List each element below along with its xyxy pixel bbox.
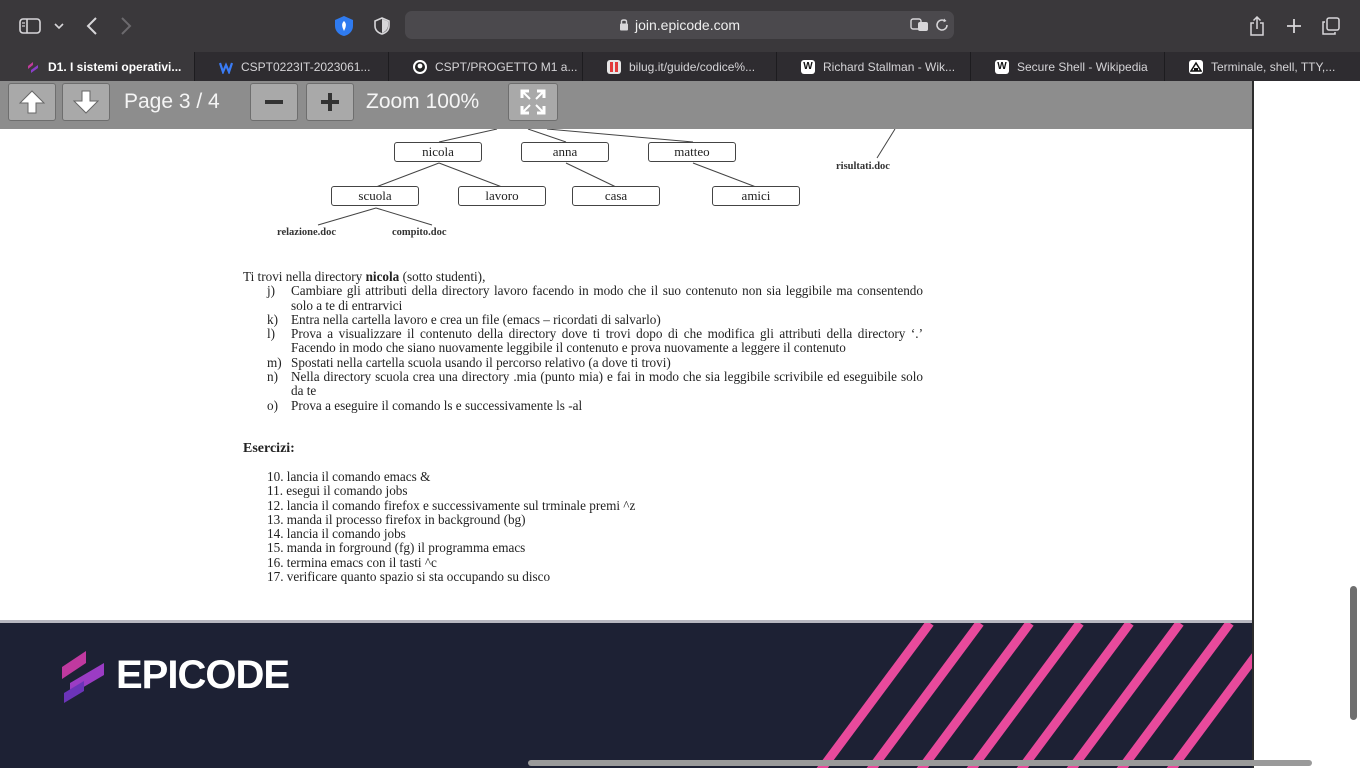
exercise-item: 15. manda in forground (fg) il programma… (267, 540, 526, 556)
chevron-down-icon[interactable] (52, 12, 66, 40)
tab-cspt0223it[interactable]: CSPT0223IT-2023061... (195, 52, 389, 81)
horizontal-scrollbar[interactable] (528, 760, 1312, 766)
privacy-shield-icon[interactable] (370, 12, 394, 40)
tree-node-amici: amici (712, 186, 800, 206)
tree-node-casa: casa (572, 186, 660, 206)
tree-node-nicola: nicola (394, 142, 482, 162)
epicode-logo-text: EPICODE (116, 653, 290, 697)
previous-page-button[interactable] (8, 83, 56, 121)
fullscreen-button[interactable] (508, 83, 558, 121)
arrow-up-icon (18, 90, 46, 114)
exercise-item: 17. verificare quanto spazio si sta occu… (267, 569, 551, 585)
zoom-in-button[interactable] (306, 83, 354, 121)
bilug-icon (607, 59, 621, 74)
instructions-block: Ti trovi nella directory nicola (sotto s… (243, 269, 923, 413)
tab-cspt-progetto[interactable]: CSPT/PROGETTO M1 a... (389, 52, 583, 81)
arrow-down-icon (72, 90, 100, 114)
file-compito: compito.doc (392, 227, 447, 238)
vertical-scrollbar[interactable] (1350, 586, 1357, 720)
intro-line: Ti trovi nella directory nicola (sotto s… (243, 269, 486, 284)
tree-node-anna: anna (521, 142, 609, 162)
translate-icon[interactable] (909, 16, 931, 34)
wiz-icon (219, 60, 233, 74)
tab-overview-icon[interactable] (1320, 12, 1342, 40)
tree-node-matteo: matteo (648, 142, 736, 162)
sidebar-toggle-icon[interactable] (18, 12, 42, 40)
file-relazione: relazione.doc (277, 227, 337, 238)
list-item: o) Prova a eseguire il comando ls e succe… (267, 397, 583, 413)
share-icon[interactable] (1246, 12, 1268, 40)
exercise-item: 12. lancia il comando firefox e successi… (267, 497, 636, 513)
tab-richard-stallman[interactable]: W Richard Stallman - Wik... (777, 52, 971, 81)
exercise-item: 10. lancia il comando emacs & (267, 469, 431, 484)
epicode-icon (26, 60, 40, 74)
epicode-logo-icon (62, 651, 104, 703)
exercises-title: Esercizi: (243, 441, 295, 456)
neon-stripes (816, 623, 1252, 768)
wikipedia-icon: W (801, 59, 815, 74)
new-tab-icon[interactable] (1283, 12, 1305, 40)
epicode-banner: EPICODE (0, 620, 1252, 768)
exercise-item: 11. esegui il comando jobs (267, 483, 408, 499)
list-item: n) Nella directory scuola crea una direct… (267, 369, 923, 399)
next-page-button[interactable] (62, 83, 110, 121)
address-bar-url: join.epicode.com (405, 17, 954, 34)
list-item: l) Prova a visualizzare il contenuto dell… (267, 326, 923, 356)
tab-terminale-shell[interactable]: Terminale, shell, TTY,... (1165, 52, 1360, 81)
terminal-site-icon (1189, 59, 1203, 74)
list-item: k) Entra nella cartella lavoro e crea un … (267, 311, 661, 327)
exercises-list: 10. lancia il comando emacs & 11. esegui… (267, 469, 636, 585)
document-page: nicola anna matteo scuola lavoro casa am… (0, 129, 1252, 621)
tab-bar: D1. I sistemi operativi... CSPT0223IT-20… (0, 52, 1360, 82)
extension-shield-icon[interactable] (332, 12, 356, 40)
page-indicator: Page 3 / 4 (124, 90, 220, 113)
tab-d1-sistemi-operativi[interactable]: D1. I sistemi operativi... (0, 52, 195, 81)
plus-icon (321, 93, 339, 111)
browser-toolbar: join.epicode.com (0, 0, 1360, 52)
tree-node-lavoro: lavoro (458, 186, 546, 206)
exercise-item: 14. lancia il comando jobs (267, 526, 406, 542)
address-bar[interactable]: join.epicode.com (405, 11, 954, 39)
viewer-toolbar: Page 3 / 4 Zoom 100% (0, 81, 1252, 129)
tab-bilug-guide[interactable]: bilug.it/guide/codice%... (583, 52, 777, 81)
zoom-out-button[interactable] (250, 83, 298, 121)
forward-icon[interactable] (116, 12, 136, 40)
github-icon (413, 59, 427, 74)
reload-icon[interactable] (933, 16, 951, 34)
fullscreen-icon (520, 89, 546, 115)
document-viewer: Page 3 / 4 Zoom 100% nicola anna matteo … (0, 81, 1252, 621)
exercise-item: 13. manda il processo firefox in backgro… (267, 511, 526, 527)
lock-icon (619, 18, 629, 34)
zoom-level: Zoom 100% (366, 90, 480, 113)
wikipedia-icon: W (995, 59, 1009, 74)
file-risultati: risultati.doc (836, 161, 890, 172)
list-item: m) Spostati nella cartella scuola usando … (267, 354, 671, 370)
tree-node-scuola: scuola (331, 186, 419, 206)
back-icon[interactable] (82, 12, 102, 40)
list-item: j) Cambiare gli attributi della directory… (267, 283, 923, 313)
minus-icon (265, 100, 283, 104)
exercise-item: 16. termina emacs con il tasti ^c (267, 554, 437, 570)
page-margin (1252, 81, 1360, 768)
tab-secure-shell[interactable]: W Secure Shell - Wikipedia (971, 52, 1165, 81)
